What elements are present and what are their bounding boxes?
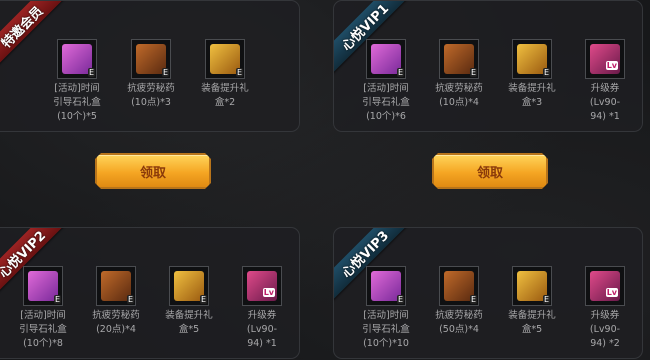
ticket-icon: Lv: [590, 271, 620, 301]
reward-item[interactable]: E 装备提升礼 盒*5: [153, 266, 225, 337]
reward-item[interactable]: Lv 升级券 (Lv90- 94) *1: [226, 266, 298, 351]
item-label: 升级券 (Lv90- 94) *1: [246, 310, 278, 349]
reward-item[interactable]: Lv 升级券 (Lv90- 94) *2: [569, 266, 641, 351]
item-label: 升级券 (Lv90- 94) *1: [589, 83, 621, 122]
item-label: 装备提升礼 盒*5: [165, 310, 213, 335]
reward-item[interactable]: E 抗疲劳秘药 (20点)*4: [80, 266, 152, 337]
reward-panel-guest: 特邀会员 E [活动]时间 引导石礼盒 (10个)*5 E 抗疲劳秘药 (10点…: [0, 0, 300, 132]
box-icon: E: [517, 271, 550, 304]
ticket-icon: Lv: [247, 271, 277, 301]
potion-icon: E: [444, 44, 477, 77]
reward-item[interactable]: E 装备提升礼 盒*2: [189, 39, 261, 110]
reward-item[interactable]: E [活动]时间 引导石礼盒 (10个)*5: [41, 39, 113, 124]
gift-icon: E: [371, 44, 404, 77]
potion-icon: E: [444, 271, 477, 304]
potion-icon: E: [136, 44, 169, 77]
ticket-icon: Lv: [590, 44, 620, 74]
reward-item[interactable]: E 装备提升礼 盒*5: [496, 266, 568, 337]
item-label: [活动]时间 引导石礼盒 (10个)*6: [362, 83, 410, 122]
gift-icon: E: [62, 44, 95, 77]
item-label: 抗疲劳秘药 (50点)*4: [435, 310, 483, 335]
reward-panel-vip1: 心悦VIP1 E [活动]时间 引导石礼盒 (10个)*6 E 抗疲劳秘药 (1…: [333, 0, 643, 132]
item-label: [活动]时间 引导石礼盒 (10个)*5: [53, 83, 101, 122]
item-label: 装备提升礼 盒*5: [508, 310, 556, 335]
item-label: 升级券 (Lv90- 94) *2: [589, 310, 621, 349]
reward-panel-vip3: 心悦VIP3 E [活动]时间 引导石礼盒 (10个)*10 E 抗疲劳秘药 (…: [333, 227, 643, 359]
item-label: 装备提升礼 盒*2: [201, 83, 249, 108]
reward-item[interactable]: E 装备提升礼 盒*3: [496, 39, 568, 110]
item-label: 抗疲劳秘药 (10点)*4: [435, 83, 483, 108]
box-icon: E: [517, 44, 550, 77]
gift-icon: E: [28, 271, 61, 304]
item-label: 抗疲劳秘药 (10点)*3: [127, 83, 175, 108]
reward-panel-vip2: 心悦VIP2 E [活动]时间 引导石礼盒 (10个)*8 E 抗疲劳秘药 (2…: [0, 227, 300, 359]
reward-item[interactable]: E [活动]时间 引导石礼盒 (10个)*10: [350, 266, 422, 351]
item-label: 装备提升礼 盒*3: [508, 83, 556, 108]
claim-button[interactable]: 领取: [95, 153, 211, 189]
reward-item[interactable]: E 抗疲劳秘药 (10点)*4: [423, 39, 495, 110]
box-icon: E: [210, 44, 243, 77]
reward-item[interactable]: E 抗疲劳秘药 (50点)*4: [423, 266, 495, 337]
reward-item[interactable]: E [活动]时间 引导石礼盒 (10个)*6: [350, 39, 422, 124]
potion-icon: E: [101, 271, 134, 304]
box-icon: E: [174, 271, 207, 304]
item-label: [活动]时间 引导石礼盒 (10个)*8: [19, 310, 67, 349]
item-label: 抗疲劳秘药 (20点)*4: [92, 310, 140, 335]
reward-item[interactable]: E 抗疲劳秘药 (10点)*3: [115, 39, 187, 110]
item-label: [活动]时间 引导石礼盒 (10个)*10: [362, 310, 410, 349]
reward-item[interactable]: E [活动]时间 引导石礼盒 (10个)*8: [7, 266, 79, 351]
gift-icon: E: [371, 271, 404, 304]
reward-item[interactable]: Lv 升级券 (Lv90- 94) *1: [569, 39, 641, 124]
claim-button[interactable]: 领取: [432, 153, 548, 189]
